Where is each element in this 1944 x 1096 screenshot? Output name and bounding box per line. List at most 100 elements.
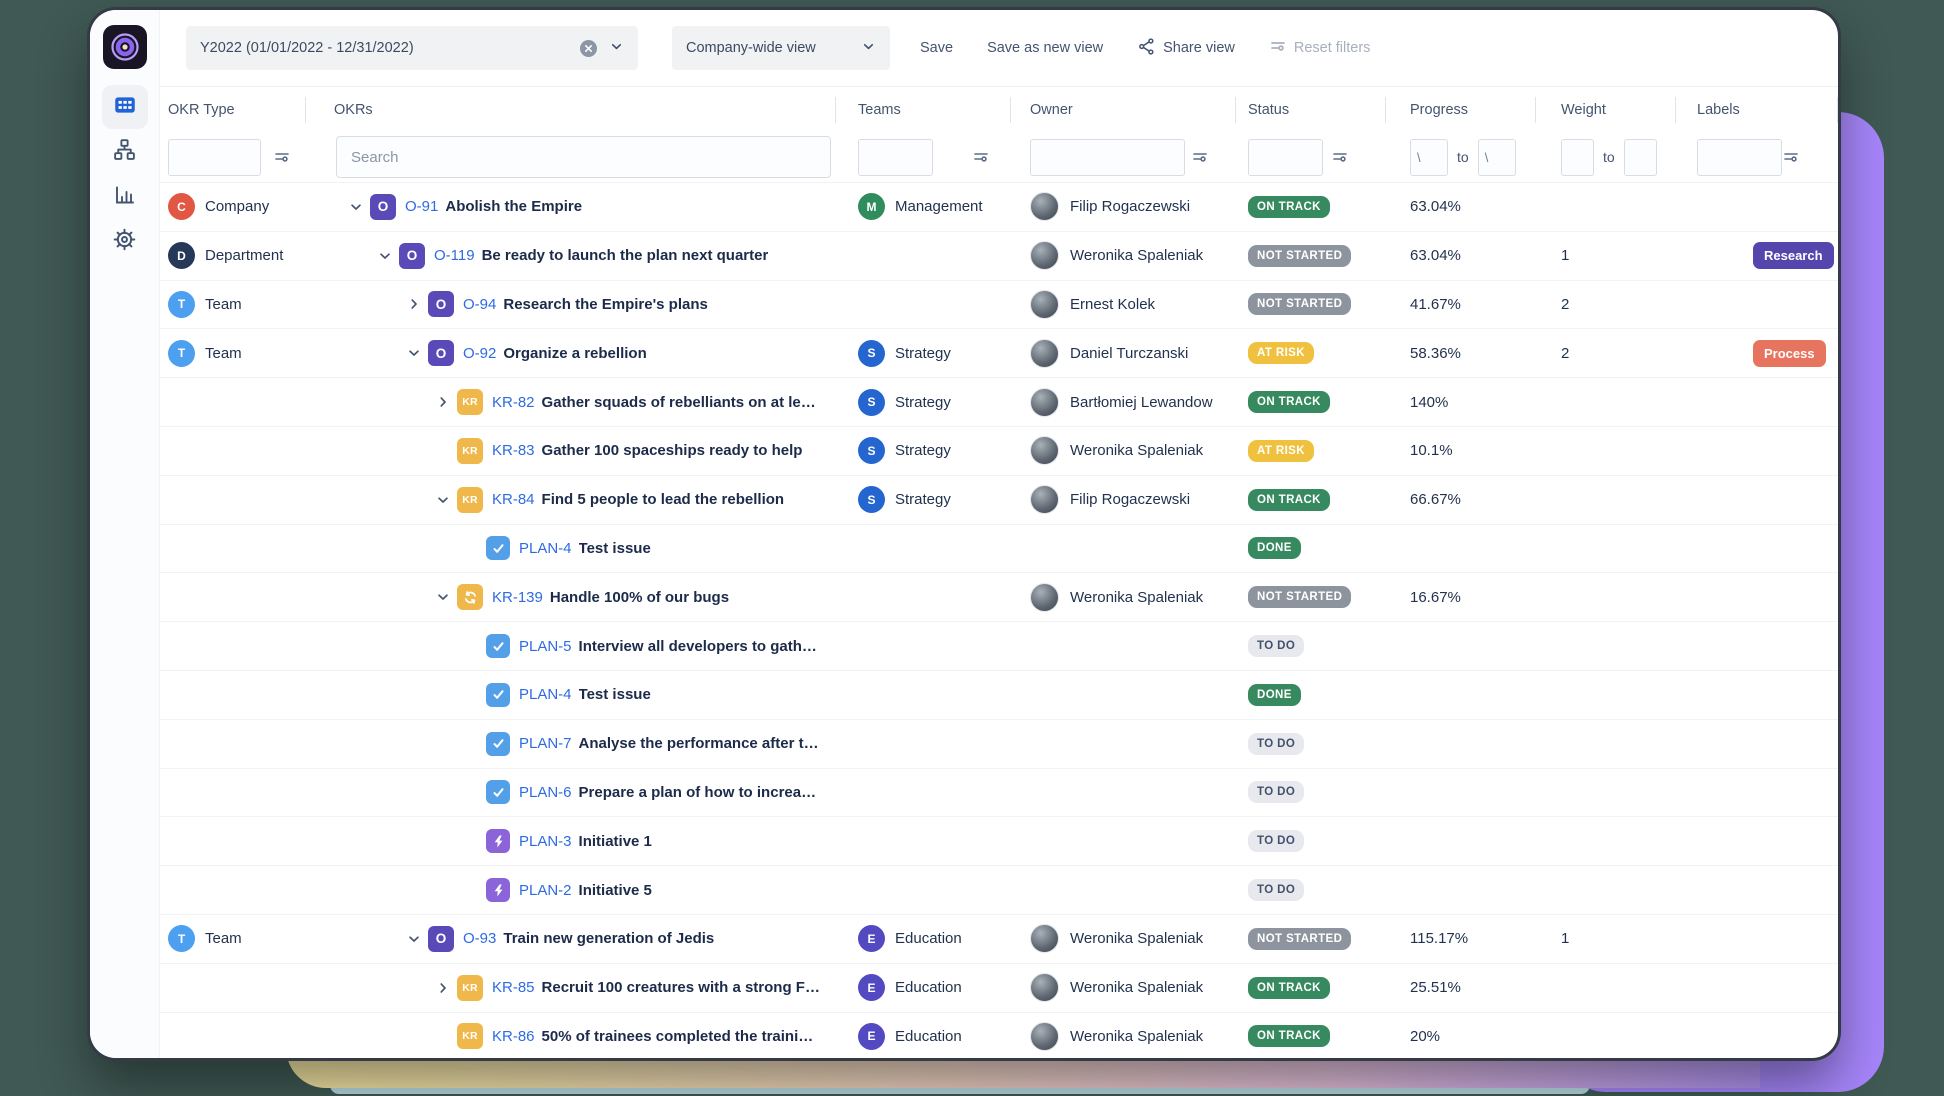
okr-key-link[interactable]: O-119 bbox=[434, 247, 475, 264]
okr-key-link[interactable]: PLAN-4 bbox=[519, 540, 572, 557]
owner-name: Ernest Kolek bbox=[1070, 296, 1155, 313]
weight-max-input[interactable] bbox=[1624, 139, 1657, 176]
chevron-down-icon[interactable] bbox=[435, 589, 451, 605]
clear-period-icon[interactable] bbox=[580, 40, 597, 57]
view-select[interactable]: Company-wide view bbox=[672, 26, 890, 70]
okr-key-link[interactable]: KR-83 bbox=[492, 442, 535, 459]
status-badge[interactable]: TO DO bbox=[1248, 781, 1304, 803]
owner-name: Weronika Spaleniak bbox=[1070, 589, 1203, 606]
progress-max-input[interactable] bbox=[1478, 139, 1516, 176]
okr-search-input[interactable] bbox=[336, 136, 831, 178]
okr-key-link[interactable]: KR-139 bbox=[492, 589, 543, 606]
status-badge[interactable]: ON TRACK bbox=[1248, 977, 1330, 999]
okr-type-badge: T bbox=[168, 925, 195, 952]
status-filter-input[interactable] bbox=[1248, 139, 1323, 176]
weight-value: 2 bbox=[1561, 296, 1569, 313]
okr-key-link[interactable]: KR-84 bbox=[492, 491, 535, 508]
period-select[interactable]: Y2022 (01/01/2022 - 12/31/2022) bbox=[186, 26, 638, 70]
okr-key-link[interactable]: KR-86 bbox=[492, 1028, 535, 1045]
chevron-right-icon[interactable] bbox=[406, 296, 422, 312]
okr-key-link[interactable]: PLAN-6 bbox=[519, 784, 572, 801]
chevron-down-icon[interactable] bbox=[406, 931, 422, 947]
weight-cell bbox=[1535, 378, 1675, 426]
status-badge[interactable]: DONE bbox=[1248, 684, 1301, 706]
okr-key-link[interactable]: O-91 bbox=[405, 198, 438, 215]
status-badge[interactable]: TO DO bbox=[1248, 830, 1304, 852]
column-header-weight[interactable]: Weight bbox=[1535, 87, 1675, 132]
column-header-owner[interactable]: Owner bbox=[1010, 87, 1235, 132]
okr-key-link[interactable]: PLAN-7 bbox=[519, 735, 572, 752]
filter-icon[interactable] bbox=[1191, 148, 1209, 166]
filter-icon[interactable] bbox=[972, 148, 990, 166]
filter-icon[interactable] bbox=[1331, 148, 1349, 166]
okr-title: Abolish the Empire bbox=[445, 198, 582, 215]
okr-key-link[interactable]: PLAN-3 bbox=[519, 833, 572, 850]
status-badge[interactable]: NOT STARTED bbox=[1248, 586, 1351, 608]
chevron-right-icon[interactable] bbox=[435, 980, 451, 996]
column-header-okr-type[interactable]: OKR Type bbox=[160, 87, 305, 132]
status-badge[interactable]: NOT STARTED bbox=[1248, 245, 1351, 267]
labels-filter-input[interactable] bbox=[1697, 139, 1782, 176]
okr-key-link[interactable]: PLAN-5 bbox=[519, 638, 572, 655]
column-header-okrs[interactable]: OKRs bbox=[305, 87, 835, 132]
table-row: KR-139Handle 100% of our bugsWeronika Sp… bbox=[160, 572, 1838, 621]
owner-name: Weronika Spaleniak bbox=[1070, 247, 1203, 264]
save-as-new-view-button[interactable]: Save as new view bbox=[987, 40, 1103, 56]
okr-type-cell bbox=[160, 622, 305, 670]
filter-icon[interactable] bbox=[1782, 148, 1800, 166]
okr-key-link[interactable]: KR-85 bbox=[492, 979, 535, 996]
progress-value: 25.51% bbox=[1410, 979, 1461, 996]
progress-cell: 16.67% bbox=[1385, 573, 1535, 621]
status-badge[interactable]: ON TRACK bbox=[1248, 489, 1330, 511]
okr-key-link[interactable]: KR-82 bbox=[492, 394, 535, 411]
okr-key-link[interactable]: PLAN-4 bbox=[519, 686, 572, 703]
sidebar-item-settings[interactable] bbox=[102, 220, 148, 264]
status-badge[interactable]: ON TRACK bbox=[1248, 196, 1330, 218]
column-header-labels[interactable]: Labels bbox=[1675, 87, 1838, 132]
okr-key-link[interactable]: PLAN-2 bbox=[519, 882, 572, 899]
status-badge[interactable]: TO DO bbox=[1248, 879, 1304, 901]
team-badge: S bbox=[858, 486, 885, 513]
column-header-teams[interactable]: Teams bbox=[835, 87, 1010, 132]
chevron-down-icon[interactable] bbox=[435, 492, 451, 508]
owner-filter-input[interactable] bbox=[1030, 139, 1185, 176]
team-cell bbox=[835, 720, 1010, 768]
chevron-down-icon[interactable] bbox=[377, 248, 393, 264]
sidebar-item-table-view[interactable] bbox=[102, 85, 148, 129]
status-badge[interactable]: NOT STARTED bbox=[1248, 293, 1351, 315]
share-view-button[interactable]: Share view bbox=[1137, 37, 1235, 60]
okr-type-filter-input[interactable] bbox=[168, 139, 261, 176]
column-header-status[interactable]: Status bbox=[1235, 87, 1385, 132]
chevron-down-icon[interactable] bbox=[406, 345, 422, 361]
chevron-right-icon[interactable] bbox=[435, 394, 451, 410]
okr-key-link[interactable]: O-92 bbox=[463, 345, 496, 362]
okr-key-link[interactable]: O-94 bbox=[463, 296, 496, 313]
status-badge[interactable]: DONE bbox=[1248, 537, 1301, 559]
status-cell: DONE bbox=[1235, 671, 1385, 719]
okr-title: Interview all developers to gath… bbox=[579, 638, 817, 655]
filter-icon[interactable] bbox=[273, 148, 291, 166]
status-badge[interactable]: TO DO bbox=[1248, 635, 1304, 657]
sidebar-item-hierarchy-view[interactable] bbox=[102, 130, 148, 174]
column-header-progress[interactable]: Progress bbox=[1385, 87, 1535, 132]
teams-filter-input[interactable] bbox=[858, 139, 933, 176]
status-badge[interactable]: ON TRACK bbox=[1248, 391, 1330, 413]
status-badge[interactable]: TO DO bbox=[1248, 733, 1304, 755]
weight-min-input[interactable] bbox=[1561, 139, 1594, 176]
progress-cell bbox=[1385, 525, 1535, 573]
okr-title: Be ready to launch the plan next quarter bbox=[482, 247, 769, 264]
okr-type-cell: DDepartment bbox=[160, 232, 305, 280]
chevron-down-icon[interactable] bbox=[348, 199, 364, 215]
status-badge[interactable]: ON TRACK bbox=[1248, 1025, 1330, 1047]
progress-min-input[interactable] bbox=[1410, 139, 1448, 176]
okr-key-link[interactable]: O-93 bbox=[463, 930, 496, 947]
reset-filters-button[interactable]: Reset filters bbox=[1269, 37, 1371, 59]
settings-icon bbox=[112, 227, 137, 257]
status-badge[interactable]: AT RISK bbox=[1248, 440, 1314, 462]
save-button[interactable]: Save bbox=[920, 40, 953, 56]
sidebar-item-chart-view[interactable] bbox=[102, 175, 148, 219]
status-badge[interactable]: AT RISK bbox=[1248, 342, 1314, 364]
avatar bbox=[1030, 290, 1059, 319]
status-badge[interactable]: NOT STARTED bbox=[1248, 928, 1351, 950]
weight-cell bbox=[1535, 720, 1675, 768]
